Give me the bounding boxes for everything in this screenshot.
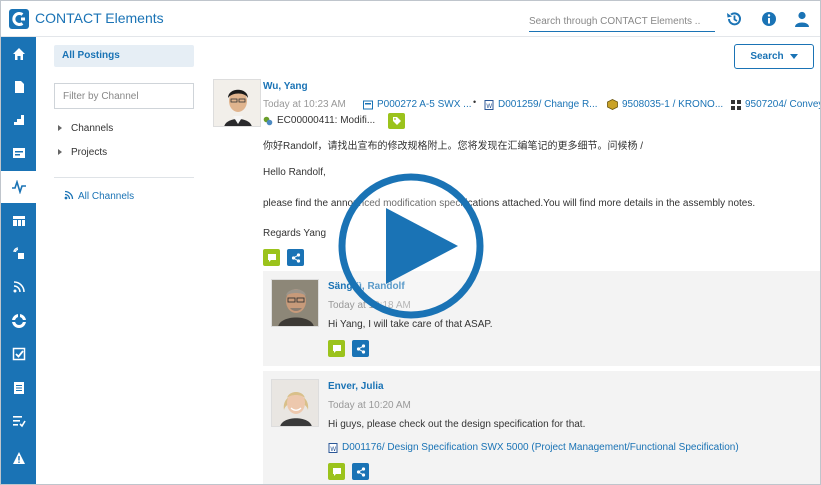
home-icon[interactable] (1, 38, 36, 70)
info-icon[interactable] (760, 10, 778, 28)
tag-icon (392, 117, 401, 125)
tree-item-projects[interactable]: Projects (58, 147, 107, 158)
reply-text: Hi guys, please check out the design spe… (328, 419, 586, 430)
form-icon[interactable] (1, 137, 36, 169)
app-window: CONTACT Elements Search through CONTACT … (0, 0, 821, 485)
reference-link[interactable]: 9508035-1 / KRONO... (607, 99, 723, 110)
all-postings-tab[interactable]: All Postings (54, 45, 194, 67)
video-play-icon[interactable] (328, 171, 494, 321)
history-icon[interactable] (725, 10, 743, 28)
post-text: 你好Randolf，请找出宣布的修改规格附上。您将发现在汇编笔记的更多细节。问候… (263, 141, 644, 152)
comment-button[interactable] (263, 249, 280, 266)
tag-button[interactable] (388, 113, 405, 129)
app-title: CONTACT Elements (35, 10, 164, 26)
divider (54, 177, 194, 178)
contact-logo-icon[interactable] (9, 9, 29, 29)
share-button[interactable] (287, 249, 304, 266)
post-author[interactable]: Wu, Yang (263, 81, 308, 92)
posting-feed: Wu, Yang Today at 10:23 AM P000272 A-5 S… (211, 71, 820, 484)
change-request-icon (263, 116, 273, 125)
comment-button[interactable] (328, 463, 345, 480)
caret-right-icon (58, 149, 62, 156)
table-icon[interactable] (1, 205, 36, 237)
channel-filter-input[interactable] (54, 83, 194, 109)
post-timestamp: Today at 10:23 AM (263, 99, 346, 110)
word-document-icon: W (328, 442, 338, 453)
reply-author[interactable]: Enver, Julia (328, 381, 384, 392)
post-text: Hello Randolf, (263, 167, 326, 178)
comment-button[interactable] (328, 340, 345, 357)
avatar[interactable] (271, 379, 319, 427)
svg-text:W: W (330, 445, 336, 452)
avatar[interactable] (213, 79, 261, 127)
all-channels-link[interactable]: All Channels (64, 190, 134, 202)
share-icon (356, 466, 365, 477)
avatar[interactable] (271, 279, 319, 327)
check-icon[interactable] (1, 338, 36, 370)
user-icon[interactable] (793, 10, 811, 28)
search-button[interactable]: Search (734, 44, 814, 69)
document-icon[interactable] (1, 71, 36, 103)
comment-icon (332, 467, 341, 476)
caret-right-icon (58, 125, 62, 132)
warning-icon[interactable] (1, 442, 36, 474)
tasks-icon[interactable] (1, 405, 36, 437)
share-button[interactable] (352, 340, 369, 357)
share-icon (356, 343, 365, 354)
reply-item: Enver, Julia Today at 10:20 AM Hi guys, … (263, 371, 820, 484)
part-icon (607, 99, 618, 110)
attachment-link[interactable]: W D001176/ Design Specification SWX 5000… (328, 442, 739, 453)
top-bar: CONTACT Elements (1, 1, 820, 37)
share-button[interactable] (352, 463, 369, 480)
global-search-input[interactable] (529, 12, 715, 32)
comment-icon (332, 344, 341, 353)
comment-icon (267, 253, 276, 262)
chevron-down-icon (789, 54, 798, 59)
share-icon (291, 252, 300, 263)
reference-link[interactable]: W D001259/ Change R... (484, 99, 598, 110)
activity-icon[interactable] (1, 171, 36, 203)
rss-icon (64, 190, 74, 200)
separator-dot: • (473, 97, 477, 107)
tree-item-channels[interactable]: Channels (58, 123, 113, 134)
reply-timestamp: Today at 10:20 AM (328, 400, 411, 411)
svg-text:W: W (486, 102, 492, 109)
share-icon[interactable] (1, 238, 36, 270)
signal-icon[interactable] (1, 271, 36, 303)
word-document-icon: W (484, 99, 494, 110)
left-navigation (1, 37, 36, 484)
reference-link[interactable]: 9507204/ Convey (731, 99, 820, 110)
channel-panel: All Postings Channels Projects All Chann… (36, 37, 211, 484)
project-icon (363, 100, 373, 109)
org-icon[interactable] (1, 305, 36, 337)
reference-link[interactable]: EC00000411: Modifi... (263, 115, 375, 126)
post-text: Regards Yang (263, 228, 327, 239)
assembly-icon (731, 99, 741, 110)
reference-link[interactable]: P000272 A-5 SWX ... (363, 99, 472, 110)
list-icon[interactable] (1, 372, 36, 404)
chart-icon[interactable] (1, 104, 36, 136)
